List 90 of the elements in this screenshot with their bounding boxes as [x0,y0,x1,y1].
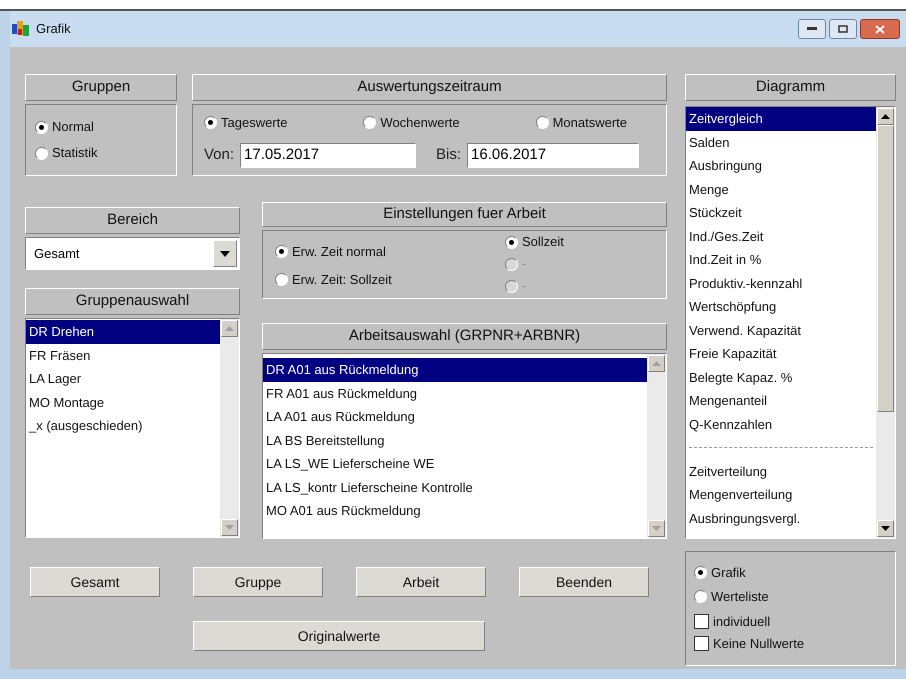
list-item[interactable]: Verwend. Kapazität [686,318,876,342]
list-item[interactable]: Zeitverteilung [686,460,876,483]
date-field[interactable]: 17.05.2017 [240,142,416,168]
down-arrow-icon [881,526,890,531]
radio-button[interactable] [275,245,288,258]
group-header: Gruppen [25,74,177,101]
list-item[interactable]: LA LS_WE Lieferscheine WE [263,452,647,476]
minimize-button[interactable] [798,19,826,39]
from-label: Von: [204,144,234,165]
radio-label: Statistik [52,144,98,162]
radio-label: Wochenwerte [380,114,460,132]
list-item[interactable]: FR Fräsen [26,344,220,367]
checkbox-label: Keine Nullwerte [713,634,804,653]
group-header: Diagramm [685,74,896,101]
scroll-up-button[interactable] [877,108,894,125]
list-item[interactable]: LA A01 aus Rückmeldung [263,405,647,428]
radio-button[interactable] [35,146,48,160]
list-item[interactable]: Freie Kapazität [686,342,876,366]
radio-button[interactable] [694,590,707,603]
list-item[interactable]: LA LS_kontr Lieferscheine Kontrolle [263,476,647,499]
radio-label: Monatswerte [552,114,627,132]
up-arrow-icon [225,326,234,331]
list-item[interactable]: Salden [686,130,876,154]
list-item[interactable]: Stückzeit [686,201,876,224]
up-arrow-icon [652,361,661,366]
up-arrow-icon [881,114,890,119]
window-title: Grafik [36,20,71,38]
list-item[interactable]: Ausbringungsvergl. [686,506,876,530]
group-header: Arbeitsauswahl (GRPNR+ARBNR) [262,323,667,350]
list-item[interactable]: Q-Kennzahlen [686,412,876,436]
radio-button[interactable] [35,120,48,134]
minimize-icon [807,27,817,31]
list-item[interactable]: _x (ausgeschieden) [26,414,220,438]
list-item[interactable]: MO A01 aus Rückmeldung [263,499,647,522]
radio-label: Grafik [711,564,746,582]
to-label: Bis: [436,144,462,165]
radio-label: Tageswerte [221,114,288,132]
scroll-down-button[interactable] [877,520,894,537]
radio-button[interactable] [505,236,518,248]
push-button[interactable]: Arbeit [356,567,486,597]
push-button[interactable]: Gruppe [193,567,323,597]
list-item[interactable]: MO Montage [26,390,220,414]
radio-label: Werteliste [711,588,769,606]
radio-label: - [522,277,526,296]
list-item[interactable]: Ind./Ges.Zeit [686,224,876,248]
list-item[interactable]: FR A01 aus Rückmeldung [263,382,647,405]
list-item[interactable]: Mengenverteilung [686,483,876,506]
maximize-icon [838,25,848,33]
radio-label: - [522,255,526,274]
down-arrow-icon [225,525,234,530]
checkbox-label: individuell [713,612,770,631]
radio-label: Erw. Zeit normal [292,242,386,261]
group-header: Bereich [25,207,240,234]
list-item[interactable]: LA Lager [26,367,220,390]
list-item[interactable]: DR Drehen [26,320,220,344]
list-item[interactable]: Belegte Kapaz. % [686,366,876,389]
radio-button[interactable] [694,566,707,579]
list-item[interactable]: Mengenanteil [686,389,876,412]
radio-button[interactable] [536,116,549,129]
radio-button[interactable] [275,273,288,286]
radio-button[interactable] [363,116,376,129]
checkbox[interactable] [694,636,709,651]
list-item[interactable]: LA BS Bereitstellung [263,428,647,452]
radio-button[interactable] [204,116,217,129]
scrollbar[interactable] [876,107,895,538]
radio-label: Sollzeit [522,233,564,252]
push-button[interactable]: Beenden [519,567,649,597]
close-button[interactable] [860,19,900,39]
list-item[interactable]: Produktiv.-kennzahl [686,272,876,295]
maximize-button[interactable] [829,19,857,39]
list-item[interactable]: Zeitvergleich [686,107,876,130]
list-item[interactable]: Menge [686,178,876,201]
push-button[interactable]: Gesamt [30,567,160,597]
close-icon [875,24,885,34]
date-field[interactable]: 16.06.2017 [467,142,640,168]
checkbox[interactable] [694,614,709,629]
group-header: Gruppenauswahl [25,288,240,315]
radio-label: Erw. Zeit: Sollzeit [292,270,392,289]
dropdown[interactable]: Gesamt [25,237,240,270]
caret-icon [220,250,230,256]
list-item[interactable]: Ind.Zeit in % [686,248,876,272]
group-header: Einstellungen fuer Arbeit [262,202,667,227]
down-arrow-icon [652,526,661,531]
list-item[interactable]: DR A01 aus Rückmeldung [263,358,647,382]
list-item[interactable]: Ausbringung [686,154,876,178]
push-button[interactable]: Originalwerte [193,621,485,651]
list-item[interactable]: Wertschöpfung [686,295,876,318]
radio-label: Normal [52,118,94,136]
app-icon [12,21,30,37]
group-header: Auswertungszeitraum [192,74,667,101]
